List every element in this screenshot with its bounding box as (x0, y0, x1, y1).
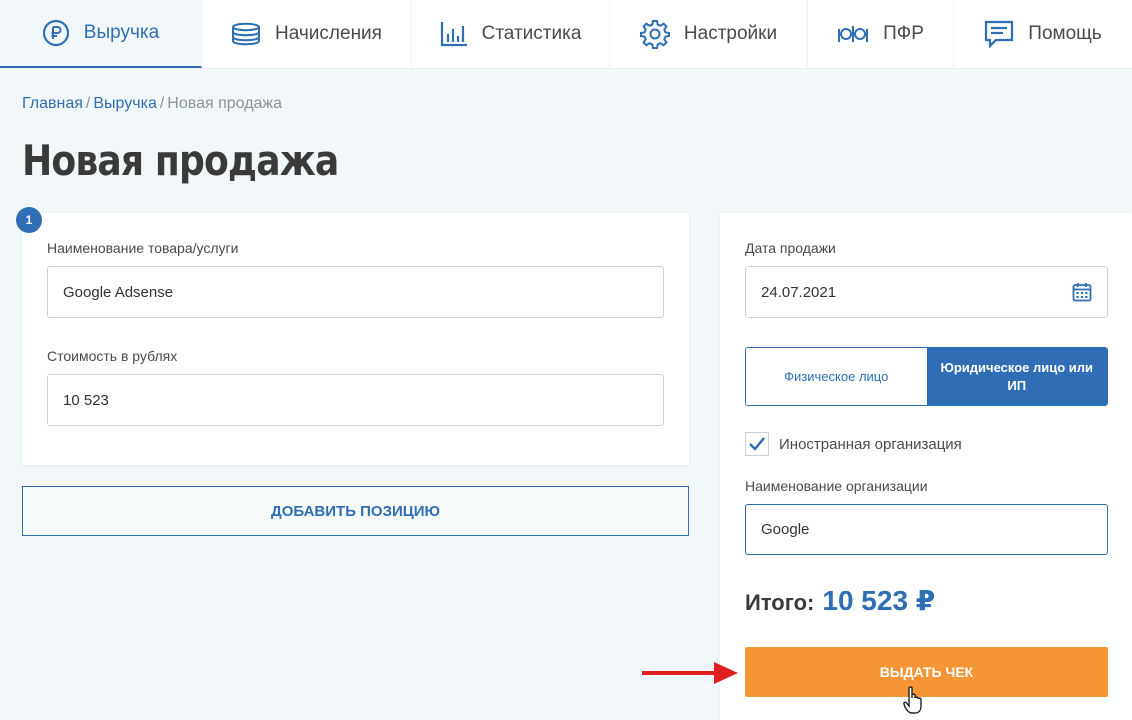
tab-label: Статистика (481, 23, 582, 44)
gear-icon (639, 19, 670, 49)
breadcrumb-current: Новая продажа (167, 95, 283, 112)
org-name-label: Наименование организации (745, 478, 928, 494)
item-name-input[interactable] (47, 266, 664, 318)
tab-statistics[interactable]: Статистика (412, 0, 610, 68)
breadcrumb-separator: / (85, 95, 91, 112)
tab-label: Помощь (1028, 23, 1102, 44)
issue-receipt-button[interactable]: ВЫДАТЬ ЧЕК (745, 647, 1108, 697)
price-input[interactable] (47, 374, 664, 426)
breadcrumb-revenue-link[interactable]: Выручка (93, 95, 156, 112)
buyer-type-toggle: Физическое лицо Юридическое лицо или ИП (745, 347, 1108, 406)
foreign-org-checkbox[interactable] (745, 432, 769, 456)
page-title: Новая продажа (22, 136, 339, 185)
buyer-individual-option[interactable]: Физическое лицо (746, 348, 927, 405)
bar-chart-icon (440, 21, 468, 47)
sale-date-input[interactable] (745, 266, 1108, 318)
tab-label: Настройки (683, 23, 778, 44)
tab-settings[interactable]: Настройки (610, 0, 808, 68)
calendar-icon[interactable] (1072, 282, 1092, 307)
tab-help[interactable]: Помощь (954, 0, 1132, 68)
price-label: Стоимость в рублях (47, 348, 178, 364)
item-name-label: Наименование товара/услуги (47, 240, 239, 256)
breadcrumb-separator: / (159, 95, 165, 112)
tab-pfr[interactable]: ПФР (808, 0, 954, 68)
top-nav: Выручка Начисления Статистика Настройки … (0, 0, 1132, 69)
total: Итого: 10 523 ₽ (745, 584, 935, 617)
buyer-legal-option[interactable]: Юридическое лицо или ИП (926, 348, 1107, 405)
breadcrumb-home-link[interactable]: Главная (22, 95, 83, 112)
tab-label: Выручка (83, 22, 160, 43)
total-value: 10 523 ₽ (822, 585, 936, 616)
breadcrumb: Главная / Выручка / Новая продажа (22, 95, 282, 113)
sale-date-label: Дата продажи (745, 240, 836, 256)
coins-stack-icon (231, 22, 261, 46)
message-icon (984, 20, 1014, 48)
tab-accruals[interactable]: Начисления (202, 0, 412, 68)
tab-label: ПФР (883, 23, 924, 44)
hand-cursor-icon (903, 686, 922, 714)
total-label: Итого: (745, 590, 815, 615)
foreign-org-label: Иностранная организация (779, 436, 962, 453)
add-position-button[interactable]: ДОБАВИТЬ ПОЗИЦИЮ (22, 486, 689, 536)
tab-revenue[interactable]: Выручка (0, 0, 202, 68)
org-name-input[interactable] (745, 504, 1108, 555)
check-icon (749, 437, 765, 451)
tab-label: Начисления (275, 23, 382, 44)
step-badge: 1 (16, 207, 42, 233)
ruble-icon (42, 19, 70, 47)
red-arrow-annotation (642, 662, 738, 684)
pfr-logo-icon (837, 24, 869, 44)
